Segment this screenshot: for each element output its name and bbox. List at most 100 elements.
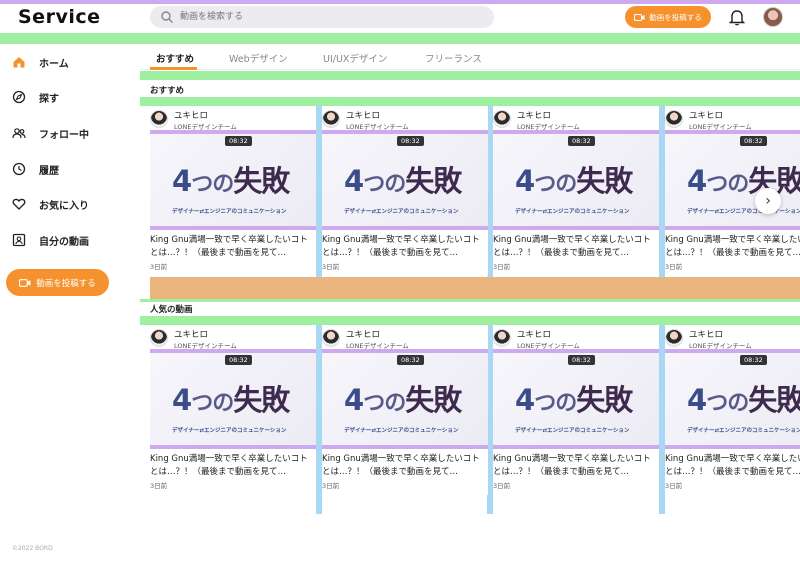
thumbnail-headline: 4つの失敗 xyxy=(344,158,462,200)
upload-date: 3日前 xyxy=(665,263,683,271)
copyright: ©2022 BORD xyxy=(12,545,53,552)
video-card[interactable]: ユキヒロ LONEデザインチーム 08:32 4つの失敗 デザイナー⇄エンジニア… xyxy=(322,325,488,495)
green-band xyxy=(140,71,800,80)
sidebar-item-history[interactable]: 履歴 xyxy=(12,159,59,179)
search-input[interactable] xyxy=(180,9,480,25)
green-band xyxy=(0,33,800,44)
sidebar: ホーム 探す フォロー中 履歴 お気に入り 自分の動画 動画を投稿する xyxy=(0,44,140,544)
thumbnail-subtitle: デザイナー⇄エンジニアのコミュニケーション xyxy=(344,209,459,215)
duration-badge: 08:32 xyxy=(397,355,424,365)
video-card[interactable]: ユキヒロ LONEデザインチーム 08:32 4つの失敗 デザイナー⇄エンジニア… xyxy=(493,106,659,276)
purple-band xyxy=(322,226,488,230)
channel-avatar[interactable] xyxy=(665,110,683,128)
sidebar-item-label: ホーム xyxy=(39,58,69,70)
purple-band xyxy=(322,445,488,449)
thumbnail-headline: 4つの失敗 xyxy=(515,377,633,419)
person-card-icon xyxy=(12,233,26,247)
video-title[interactable]: King Gnu満場一致で早く卒業したいコトとは…？！（最後まで動画を見て… xyxy=(493,453,659,479)
sidebar-item-favorites[interactable]: お気に入り xyxy=(12,194,89,214)
upload-date: 3日前 xyxy=(322,263,340,271)
channel-avatar[interactable] xyxy=(493,329,511,347)
tab-recommended[interactable]: おすすめ xyxy=(156,51,194,65)
video-thumbnail[interactable]: 08:32 4つの失敗 デザイナー⇄エンジニアのコミュニケーション xyxy=(322,353,488,445)
channel-avatar[interactable] xyxy=(322,329,340,347)
sidebar-item-label: 履歴 xyxy=(39,165,59,177)
bell-icon[interactable] xyxy=(729,8,745,26)
thumbnail-subtitle: デザイナー⇄エンジニアのコミュニケーション xyxy=(515,428,630,434)
upload-date: 3日前 xyxy=(665,482,683,490)
channel-name[interactable]: ユキヒロ xyxy=(689,109,723,121)
thumbnail-headline: 4つの失敗 xyxy=(344,377,462,419)
video-thumbnail[interactable]: 08:32 4つの失敗 デザイナー⇄エンジニアのコミュニケーション xyxy=(665,353,800,445)
search-bar[interactable] xyxy=(150,6,494,28)
sidebar-item-home[interactable]: ホーム xyxy=(12,52,69,72)
video-card[interactable]: ユキヒロ LONEデザインチーム 08:32 4つの失敗 デザイナー⇄エンジニア… xyxy=(150,106,316,276)
channel-name[interactable]: ユキヒロ xyxy=(174,109,208,121)
video-title[interactable]: King Gnu満場一致で早く卒業したいコトとは…？！（最後まで動画を見て… xyxy=(665,234,800,260)
duration-badge: 08:32 xyxy=(225,355,252,365)
purple-band xyxy=(150,226,316,230)
purple-band xyxy=(665,226,800,230)
video-thumbnail[interactable]: 08:32 4つの失敗 デザイナー⇄エンジニアのコミュニケーション xyxy=(150,134,316,226)
video-card[interactable]: ユキヒロ LONEデザインチーム 08:32 4つの失敗 デザイナー⇄エンジニア… xyxy=(150,325,316,495)
category-tabs: おすすめ Webデザイン UI/UXデザイン フリーランス xyxy=(140,44,800,70)
video-thumbnail[interactable]: 08:32 4つの失敗 デザイナー⇄エンジニアのコミュニケーション xyxy=(493,134,659,226)
post-video-button[interactable]: 動画を投稿する xyxy=(625,6,711,28)
channel-avatar[interactable] xyxy=(150,329,168,347)
sidebar-item-explore[interactable]: 探す xyxy=(12,87,59,107)
sidebar-post-video-button[interactable]: 動画を投稿する xyxy=(6,269,109,296)
channel-name[interactable]: ユキヒロ xyxy=(689,328,723,340)
purple-band xyxy=(493,226,659,230)
duration-badge: 08:32 xyxy=(568,355,595,365)
thumbnail-headline-text: 4つの失敗 xyxy=(344,164,462,198)
thumbnail-subtitle: デザイナー⇄エンジニアのコミュニケーション xyxy=(515,209,630,215)
channel-avatar[interactable] xyxy=(322,110,340,128)
upload-date: 3日前 xyxy=(322,482,340,490)
video-icon xyxy=(19,278,31,287)
video-title[interactable]: King Gnu満場一致で早く卒業したいコトとは…？！（最後まで動画を見て… xyxy=(322,234,488,260)
video-thumbnail[interactable]: 08:32 4つの失敗 デザイナー⇄エンジニアのコミュニケーション xyxy=(665,134,800,226)
video-card[interactable]: ユキヒロ LONEデザインチーム 08:32 4つの失敗 デザイナー⇄エンジニア… xyxy=(493,325,659,495)
video-thumbnail[interactable]: 08:32 4つの失敗 デザイナー⇄エンジニアのコミュニケーション xyxy=(322,134,488,226)
app-logo[interactable]: Service xyxy=(18,6,101,28)
upload-date: 3日前 xyxy=(150,482,168,490)
upload-date: 3日前 xyxy=(493,482,511,490)
video-thumbnail[interactable]: 08:32 4つの失敗 デザイナー⇄エンジニアのコミュニケーション xyxy=(150,353,316,445)
channel-name[interactable]: ユキヒロ xyxy=(346,328,380,340)
channel-avatar[interactable] xyxy=(150,110,168,128)
sidebar-item-label: 探す xyxy=(39,93,59,105)
clock-icon xyxy=(12,162,26,176)
channel-name[interactable]: ユキヒロ xyxy=(517,328,551,340)
thumbnail-subtitle: デザイナー⇄エンジニアのコミュニケーション xyxy=(687,428,800,434)
video-thumbnail[interactable]: 08:32 4つの失敗 デザイナー⇄エンジニアのコミュニケーション xyxy=(493,353,659,445)
video-card[interactable]: ユキヒロ LONEデザインチーム 08:32 4つの失敗 デザイナー⇄エンジニア… xyxy=(665,106,800,276)
sidebar-item-my-videos[interactable]: 自分の動画 xyxy=(12,230,89,250)
channel-avatar[interactable] xyxy=(493,110,511,128)
peach-band xyxy=(150,277,800,299)
video-card[interactable]: ユキヒロ LONEデザインチーム 08:32 4つの失敗 デザイナー⇄エンジニア… xyxy=(322,106,488,276)
channel-name[interactable]: ユキヒロ xyxy=(174,328,208,340)
channel-avatar[interactable] xyxy=(665,329,683,347)
thumbnail-subtitle: デザイナー⇄エンジニアのコミュニケーション xyxy=(344,428,459,434)
channel-name[interactable]: ユキヒロ xyxy=(517,109,551,121)
user-avatar[interactable] xyxy=(763,7,783,27)
tab-web-design[interactable]: Webデザイン xyxy=(229,51,288,65)
video-title[interactable]: King Gnu満場一致で早く卒業したいコトとは…？！（最後まで動画を見て… xyxy=(150,234,316,260)
channel-name[interactable]: ユキヒロ xyxy=(346,109,380,121)
carousel-next-button[interactable]: › xyxy=(755,188,781,214)
tab-uiux-design[interactable]: UI/UXデザイン xyxy=(323,51,387,65)
video-card[interactable]: ユキヒロ LONEデザインチーム 08:32 4つの失敗 デザイナー⇄エンジニア… xyxy=(665,325,800,495)
sidebar-item-following[interactable]: フォロー中 xyxy=(12,123,89,143)
thumbnail-subtitle: デザイナー⇄エンジニアのコミュニケーション xyxy=(687,209,800,215)
section-title: 人気の動画 xyxy=(150,305,193,315)
tab-freelance[interactable]: フリーランス xyxy=(425,51,482,65)
duration-badge: 08:32 xyxy=(225,136,252,146)
video-title[interactable]: King Gnu満場一致で早く卒業したいコトとは…？！（最後まで動画を見て… xyxy=(322,453,488,479)
sidebar-item-label: 自分の動画 xyxy=(39,236,89,248)
video-title[interactable]: King Gnu満場一致で早く卒業したいコトとは…？！（最後まで動画を見て… xyxy=(665,453,800,479)
video-title[interactable]: King Gnu満場一致で早く卒業したいコトとは…？！（最後まで動画を見て… xyxy=(493,234,659,260)
home-icon xyxy=(13,57,25,68)
video-title[interactable]: King Gnu満場一致で早く卒業したいコトとは…？！（最後まで動画を見て… xyxy=(150,453,316,479)
heart-icon xyxy=(12,198,26,210)
chevron-right-icon: › xyxy=(765,193,771,209)
